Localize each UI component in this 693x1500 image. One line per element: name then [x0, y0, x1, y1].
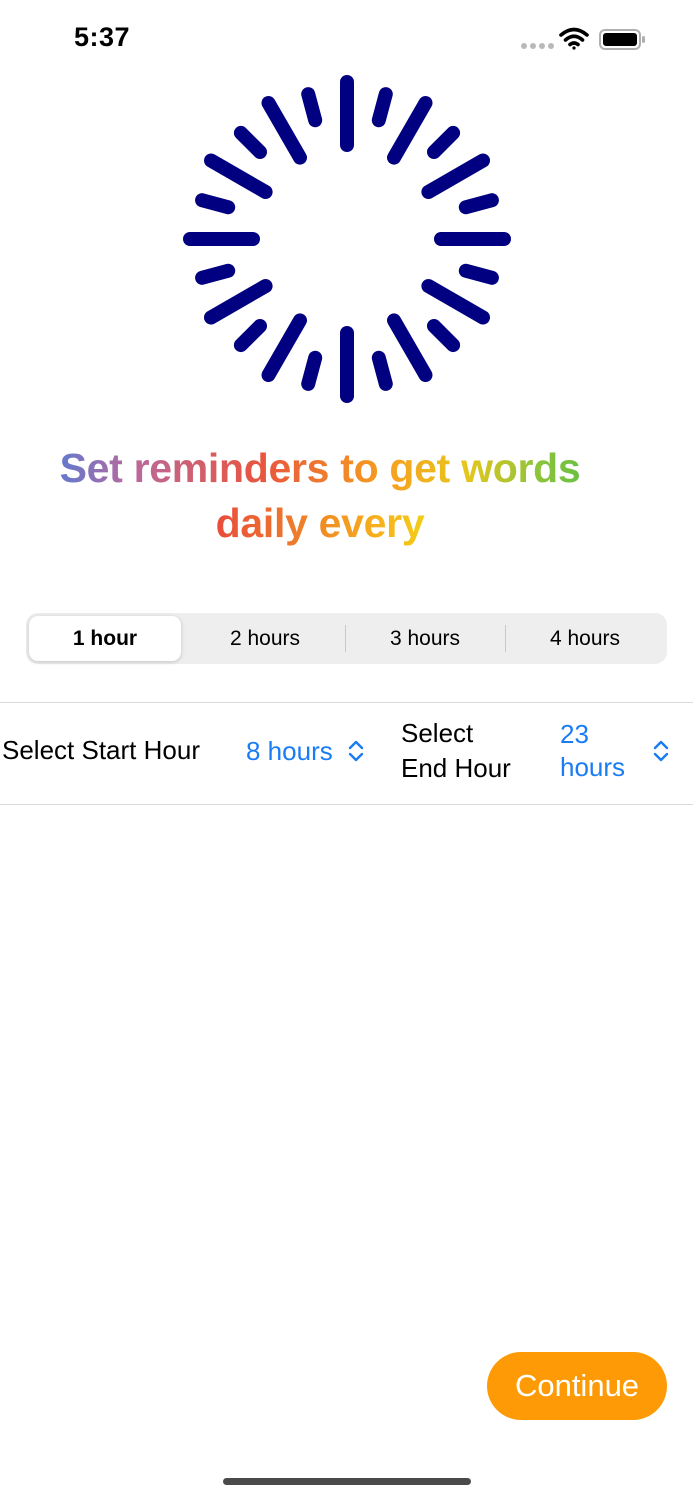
status-time: 5:37: [74, 22, 131, 52]
wifi-icon: [559, 27, 589, 50]
segment-divider: [505, 625, 506, 652]
sunburst-ray: [387, 313, 433, 382]
up-down-chevron-icon[interactable]: [347, 739, 365, 763]
end-hour-picker-value[interactable]: 23: [560, 718, 589, 751]
divider: [0, 702, 693, 703]
sunburst-ray: [421, 279, 490, 325]
status-icons: [521, 27, 645, 50]
status-bar: 5:37: [0, 0, 693, 80]
sunburst-ray: [261, 313, 307, 382]
sunburst-ray: [371, 350, 393, 391]
sunburst-ray: [427, 125, 461, 159]
battery-icon: [599, 29, 645, 50]
up-down-chevron-icon[interactable]: [652, 739, 670, 763]
end-hour-label-line-2: End Hour: [401, 753, 511, 783]
divider: [0, 804, 693, 805]
sunburst-ray: [301, 350, 323, 391]
sunburst-ray: [233, 125, 267, 159]
segment-2-hours[interactable]: 2 hours: [189, 616, 341, 661]
segment-1-hour[interactable]: 1 hour: [29, 616, 181, 661]
sunburst-ray: [233, 319, 267, 353]
segment-divider: [345, 625, 346, 652]
headline-line-1: Set reminders to get words: [20, 440, 620, 496]
segment-4-hours[interactable]: 4 hours: [509, 616, 661, 661]
sunburst-ray: [458, 193, 499, 215]
start-hour-label: Select Start Hour: [2, 735, 200, 765]
sunburst-ray: [204, 279, 273, 325]
sunburst-ray: [195, 263, 236, 285]
cellular-dots-icon: [521, 43, 554, 49]
end-hour-picker-unit[interactable]: hours: [560, 751, 625, 784]
continue-button[interactable]: Continue: [487, 1352, 667, 1420]
sunburst-ray: [261, 96, 307, 165]
sunburst-ray: [427, 319, 461, 353]
sunburst-ray: [371, 87, 393, 128]
home-indicator[interactable]: [223, 1478, 471, 1485]
sunburst-ray: [458, 263, 499, 285]
sunburst-icon: [183, 75, 511, 403]
sunburst-ray: [204, 153, 273, 199]
end-hour-label-line-1: Select: [401, 718, 474, 748]
sunburst-ray: [301, 87, 323, 128]
sunburst-ray: [195, 193, 236, 215]
interval-segmented-control: 1 hour 2 hours 3 hours 4 hours: [26, 613, 667, 664]
sunburst-ray: [387, 96, 433, 165]
start-hour-picker[interactable]: 8 hours: [246, 735, 333, 768]
segment-3-hours[interactable]: 3 hours: [349, 616, 501, 661]
sunburst-ray: [421, 153, 490, 199]
headline-line-2: daily every: [20, 495, 620, 551]
